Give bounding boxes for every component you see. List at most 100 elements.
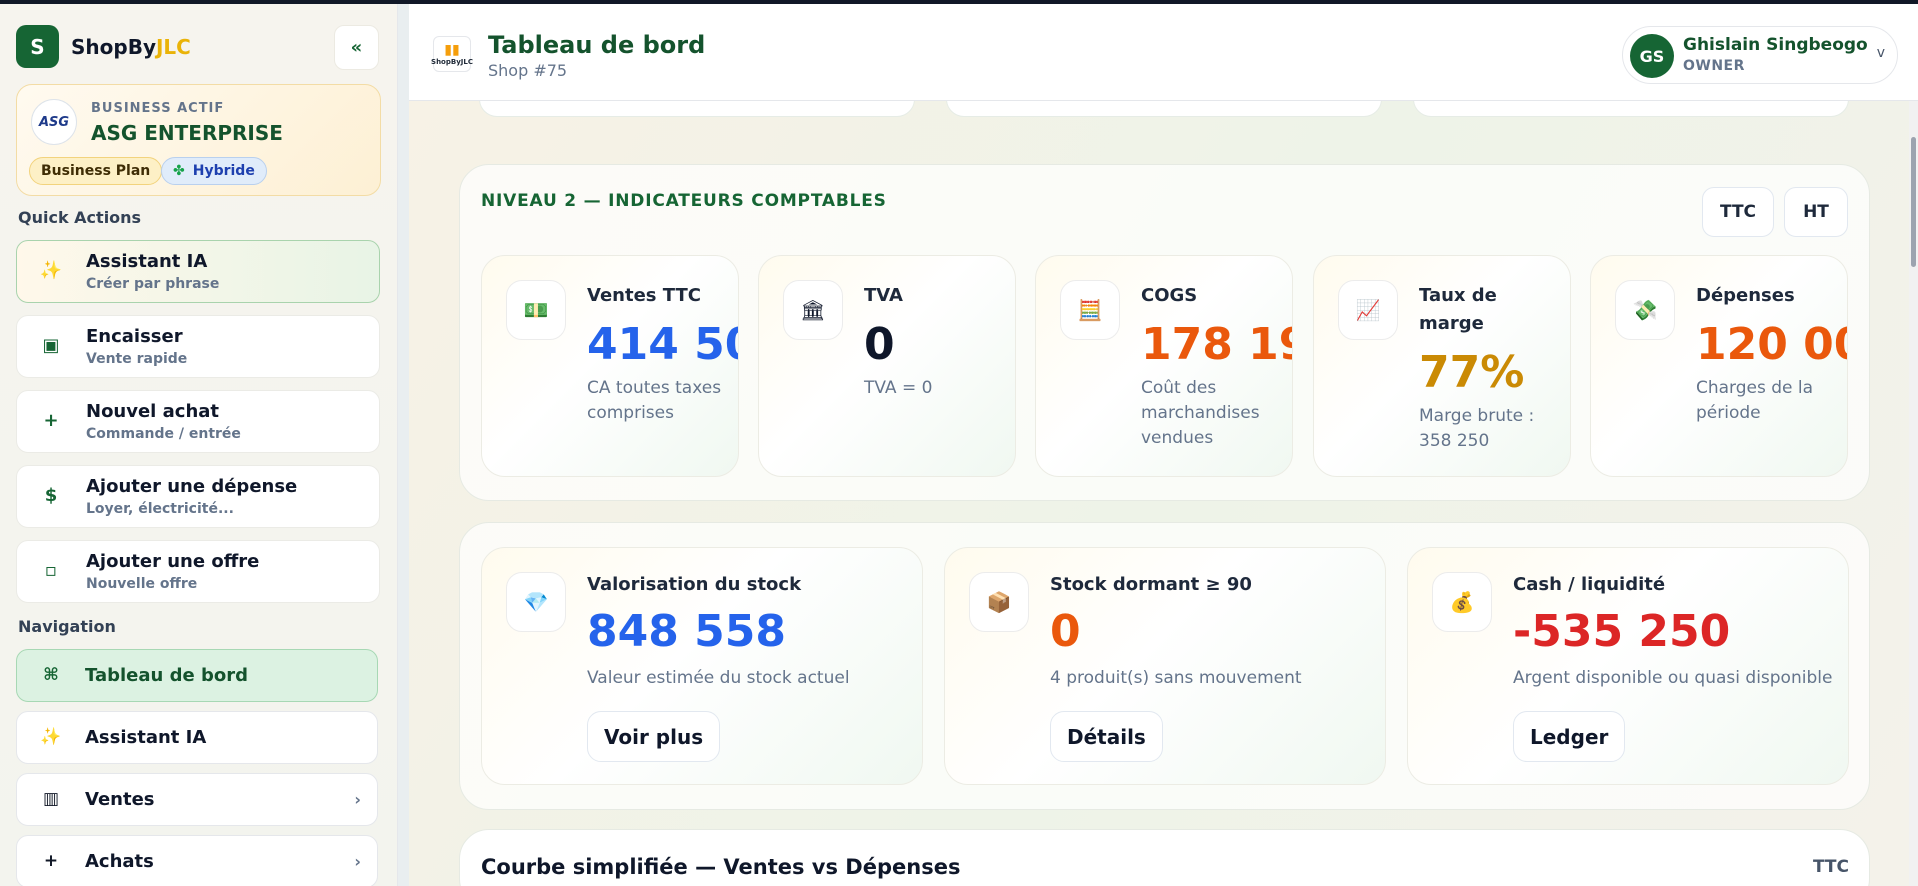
kpi-card-depenses[interactable]: 💸 Dépenses 120 000 Charges de la période: [1590, 255, 1848, 477]
kpi-label: COGS: [1141, 285, 1198, 306]
brand[interactable]: S ShopByJLC: [16, 25, 191, 68]
nav-item-label: Ventes: [85, 789, 155, 810]
kpi-card-ventes-ttc[interactable]: 💵 Ventes TTC 414 500 CA toutes taxes com…: [481, 255, 739, 477]
plus-icon: +: [43, 851, 59, 871]
stock-card-description: Argent disponible ou quasi disponible: [1513, 668, 1833, 688]
details-button[interactable]: Détails: [1050, 711, 1163, 762]
kpi-label: Ventes TTC: [587, 285, 701, 306]
quick-action-ajouter-depense[interactable]: $ Ajouter une dépense Loyer, électricité…: [16, 465, 380, 528]
chevron-down-icon: v: [1876, 45, 1885, 61]
abacus-icon: 🧮: [1060, 280, 1120, 340]
user-name: Ghislain Singbeogo: [1683, 35, 1868, 55]
plus-icon: +: [43, 410, 59, 431]
brand-name-main: ShopBy: [71, 34, 156, 59]
main-scrollbar[interactable]: [1909, 101, 1918, 886]
bank-icon: 🏛: [783, 280, 843, 340]
quick-action-subtitle: Loyer, électricité...: [86, 501, 234, 517]
nav-item-achats[interactable]: + Achats ›: [16, 835, 378, 886]
brand-name-accent: JLC: [155, 34, 191, 59]
stock-card-label: Valorisation du stock: [587, 574, 802, 595]
kpi-value: 414 500: [587, 319, 738, 370]
mode-badge-label: Hybride: [192, 163, 255, 179]
ttc-toggle[interactable]: TTC: [1702, 187, 1774, 237]
nav-item-assistant-ia[interactable]: ✨ Assistant IA: [16, 711, 378, 764]
kpi-description: Charges de la période: [1696, 378, 1814, 423]
stock-card-value: -535 250: [1513, 606, 1731, 657]
chevron-right-icon: ›: [354, 852, 361, 871]
quick-action-ajouter-offre[interactable]: ▫ Ajouter une offre Nouvelle offre: [16, 540, 380, 603]
quick-action-title: Encaisser: [86, 326, 183, 347]
user-menu[interactable]: GS Ghislain Singbeogo OWNER v: [1622, 26, 1898, 84]
nav-item-label: Tableau de bord: [85, 665, 248, 686]
puzzle-icon: ✤: [173, 163, 185, 179]
header-logo: ▮▮ ShopByJLC: [431, 36, 473, 72]
nav-item-ventes[interactable]: ▥ Ventes ›: [16, 773, 378, 826]
main-content: NIVEAU 2 — INDICATEURS COMPTABLES TTC HT…: [409, 101, 1909, 886]
register-icon: ▣: [42, 335, 60, 356]
stock-card-description: 4 produit(s) sans mouvement: [1050, 668, 1302, 688]
kpi-description: TVA = 0: [864, 378, 933, 398]
stock-card-value: 0: [1050, 606, 1081, 657]
collapse-sidebar-button[interactable]: «: [334, 25, 379, 70]
dollar-icon: $: [44, 485, 58, 506]
level2-panel: NIVEAU 2 — INDICATEURS COMPTABLES TTC HT…: [459, 164, 1870, 501]
command-icon: ⌘: [43, 665, 59, 685]
quick-actions-title: Quick Actions: [18, 208, 142, 227]
business-card[interactable]: ASG BUSINESS ACTIF ASG ENTERPRISE Busine…: [16, 84, 381, 196]
nav-item-label: Assistant IA: [85, 727, 207, 748]
kpi-label: Dépenses: [1696, 285, 1795, 306]
quick-action-title: Ajouter une offre: [86, 551, 260, 572]
kpi-card-tva[interactable]: 🏛 TVA 0 TVA = 0: [758, 255, 1016, 477]
mode-badge: ✤ Hybride: [161, 157, 267, 185]
quick-action-title: Assistant IA: [86, 251, 208, 272]
quick-action-nouvel-achat[interactable]: + Nouvel achat Commande / entrée: [16, 390, 380, 453]
stock-card-label: Cash / liquidité: [1513, 574, 1666, 595]
chart-up-icon: 📈: [1338, 280, 1398, 340]
previous-card-fragment: [1413, 101, 1849, 117]
stock-card-cash: 💰 Cash / liquidité -535 250 Argent dispo…: [1407, 547, 1849, 785]
kpi-description: CA toutes taxes comprises: [587, 378, 722, 423]
money-wings-icon: 💸: [1615, 280, 1675, 340]
chart-panel: Courbe simplifiée — Ventes vs Dépenses T…: [459, 829, 1870, 886]
business-caption: BUSINESS ACTIF: [91, 101, 225, 116]
chart-section-title: Courbe simplifiée — Ventes vs Dépenses: [481, 855, 961, 879]
top-header: ▮▮ ShopByJLC Tableau de bord Shop #75 GS…: [409, 4, 1918, 101]
barcode-icon: ▥: [42, 789, 60, 809]
kpi-card-cogs[interactable]: 🧮 COGS 178 192 Coût des marchandises ven…: [1035, 255, 1293, 477]
plan-badge: Business Plan: [29, 157, 163, 185]
stock-panel: 💎 Valorisation du stock 848 558 Valeur e…: [459, 522, 1870, 810]
quick-action-title: Nouvel achat: [86, 401, 220, 422]
quick-action-subtitle: Nouvelle offre: [86, 576, 198, 592]
kpi-card-taux-de-marge[interactable]: 📈 Taux de marge 77% Marge brute : 358 25…: [1313, 255, 1571, 477]
kpi-label: Taux de marge: [1419, 285, 1497, 334]
ledger-button[interactable]: Ledger: [1513, 711, 1626, 762]
stock-card-label: Stock dormant ≥ 90: [1050, 574, 1252, 595]
brand-logo-icon: S: [16, 25, 59, 68]
kpi-label: TVA: [864, 285, 903, 306]
stock-card-dormant: 📦 Stock dormant ≥ 90 0 4 produit(s) sans…: [944, 547, 1386, 785]
kpi-value: 120 000: [1696, 319, 1847, 370]
user-role: OWNER: [1683, 58, 1745, 74]
nav-item-tableau-de-bord[interactable]: ⌘ Tableau de bord: [16, 649, 378, 702]
kpi-description: Coût des marchandises vendues: [1141, 378, 1260, 448]
money-bag-icon: 💰: [1432, 572, 1492, 632]
page-subtitle: Shop #75: [488, 61, 568, 80]
business-logo: ASG: [31, 99, 77, 145]
sparkles-icon: ✨: [40, 727, 62, 747]
stock-card-description: Valeur estimée du stock actuel: [587, 668, 850, 688]
bar-chart-icon: ▮▮: [444, 42, 460, 58]
quick-action-encaisser[interactable]: ▣ Encaisser Vente rapide: [16, 315, 380, 378]
nav-item-label: Achats: [85, 851, 154, 872]
chart-mode-label[interactable]: TTC: [1813, 857, 1849, 877]
ht-toggle[interactable]: HT: [1784, 187, 1848, 237]
scrollbar-thumb[interactable]: [1911, 137, 1916, 267]
level2-title: NIVEAU 2 — INDICATEURS COMPTABLES: [481, 191, 887, 211]
quick-action-assistant-ia[interactable]: ✨ Assistant IA Créer par phrase: [16, 240, 380, 303]
voir-plus-button[interactable]: Voir plus: [587, 711, 721, 762]
header-logo-text: ShopByJLC: [431, 58, 473, 66]
money-icon: 💵: [506, 280, 566, 340]
kpi-value: 0: [864, 319, 895, 370]
kpi-value: 178 192: [1141, 319, 1292, 370]
square-icon: ▫: [44, 560, 58, 581]
stock-card-value: 848 558: [587, 606, 787, 657]
